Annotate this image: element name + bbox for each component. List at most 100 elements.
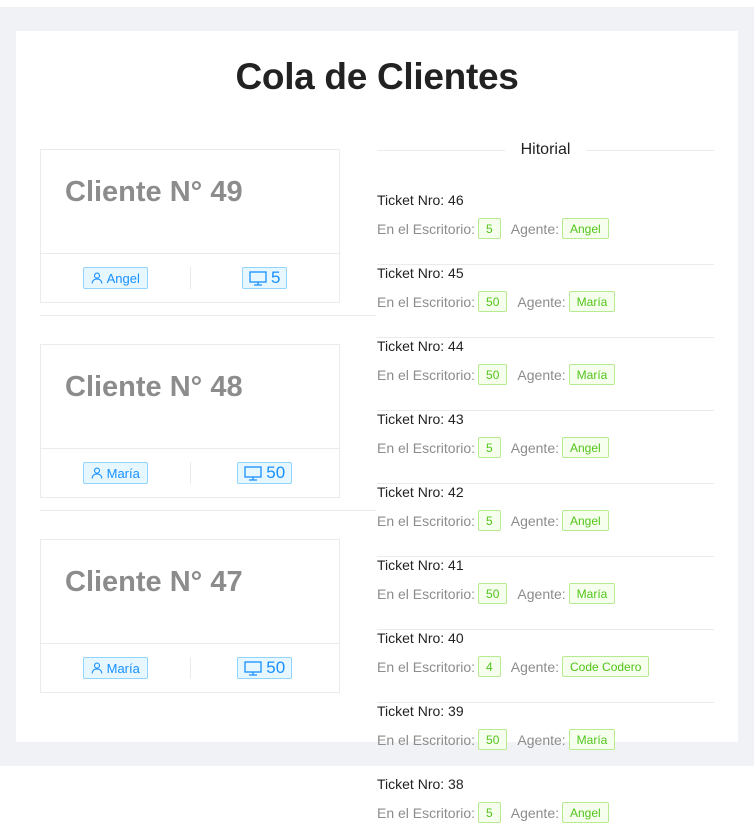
desktop-icon bbox=[249, 270, 267, 286]
client-card: Cliente N° 47 María 50 bbox=[40, 539, 340, 693]
history-item: Ticket Nro: 42 En el Escritorio: 5 Agent… bbox=[377, 484, 714, 557]
heading-line-right bbox=[586, 149, 715, 151]
agent-tag: Angel bbox=[562, 437, 609, 458]
desk-tag[interactable]: 50 bbox=[237, 462, 293, 484]
desk-tag[interactable]: 50 bbox=[237, 657, 293, 679]
history-item: Ticket Nro: 39 En el Escritorio: 50 Agen… bbox=[377, 703, 714, 776]
desk-number: 50 bbox=[266, 658, 286, 677]
history-heading: Hitorial bbox=[377, 140, 715, 160]
client-card-title: Cliente N° 49 bbox=[65, 176, 243, 208]
desk-tag: 50 bbox=[478, 583, 508, 604]
desk-label: En el Escritorio: bbox=[377, 804, 476, 821]
ticket-number: Ticket Nro: 41 bbox=[377, 557, 464, 573]
user-icon bbox=[91, 272, 102, 284]
agent-name: María bbox=[106, 465, 140, 481]
ticket-details: En el Escritorio: 5 Agente: Angel bbox=[377, 510, 609, 531]
agent-tag[interactable]: Angel bbox=[82, 267, 148, 289]
ticket-number: Ticket Nro: 40 bbox=[377, 630, 464, 646]
agent-name: Angel bbox=[106, 270, 140, 286]
ticket-details: En el Escritorio: 50 Agente: María bbox=[377, 364, 616, 385]
desk-label: En el Escritorio: bbox=[377, 512, 476, 529]
history-item: Ticket Nro: 45 En el Escritorio: 50 Agen… bbox=[377, 265, 714, 338]
desk-label: En el Escritorio: bbox=[377, 366, 476, 383]
history-title: Hitorial bbox=[520, 141, 571, 158]
agent-tag: Angel bbox=[562, 510, 609, 531]
desk-tag: 50 bbox=[478, 364, 508, 385]
history-item: Ticket Nro: 43 En el Escritorio: 5 Agent… bbox=[377, 411, 714, 484]
layout-frame-left bbox=[0, 31, 16, 742]
ticket-details: En el Escritorio: 50 Agente: María bbox=[377, 583, 616, 604]
agent-tag[interactable]: María bbox=[82, 462, 148, 484]
agent-label: Agente: bbox=[517, 293, 566, 310]
ticket-number: Ticket Nro: 39 bbox=[377, 703, 464, 719]
agent-tag: María bbox=[568, 291, 616, 312]
ticket-number: Ticket Nro: 44 bbox=[377, 338, 464, 354]
ticket-details: En el Escritorio: 50 Agente: María bbox=[377, 291, 616, 312]
ticket-number: Ticket Nro: 42 bbox=[377, 484, 464, 500]
history-item: Ticket Nro: 38 En el Escritorio: 5 Agent… bbox=[377, 776, 714, 823]
history-item: Ticket Nro: 44 En el Escritorio: 50 Agen… bbox=[377, 338, 714, 411]
desk-number: 50 bbox=[266, 463, 286, 482]
desk-tag: 50 bbox=[478, 291, 508, 312]
agent-tag: Angel bbox=[562, 218, 609, 239]
ticket-details: En el Escritorio: 4 Agente: Code Codero bbox=[377, 656, 650, 677]
ticket-number: Ticket Nro: 46 bbox=[377, 192, 464, 208]
agent-tag[interactable]: María bbox=[82, 657, 148, 679]
desk-label: En el Escritorio: bbox=[377, 439, 476, 456]
agent-label: Agente: bbox=[517, 585, 566, 602]
ticket-details: En el Escritorio: 5 Agente: Angel bbox=[377, 437, 609, 458]
card-divider bbox=[40, 510, 376, 511]
client-card-title: Cliente N° 47 bbox=[65, 566, 243, 598]
desk-tag: 5 bbox=[478, 802, 501, 823]
ticket-number: Ticket Nro: 45 bbox=[377, 265, 464, 281]
desk-tag: 50 bbox=[478, 729, 508, 750]
layout-frame-top bbox=[0, 7, 754, 31]
agent-label: Agente: bbox=[510, 220, 559, 237]
desktop-icon bbox=[244, 465, 262, 481]
agent-label: Agente: bbox=[510, 439, 559, 456]
agent-tag: María bbox=[568, 583, 616, 604]
desk-label: En el Escritorio: bbox=[377, 658, 476, 675]
ticket-details: En el Escritorio: 5 Agente: Angel bbox=[377, 802, 609, 823]
desk-number: 5 bbox=[271, 268, 281, 287]
desk-tag: 5 bbox=[478, 437, 501, 458]
ticket-number: Ticket Nro: 43 bbox=[377, 411, 464, 427]
client-card-actions: Angel 5 bbox=[41, 253, 339, 302]
layout-frame-right bbox=[738, 31, 754, 742]
history-item: Ticket Nro: 46 En el Escritorio: 5 Agent… bbox=[377, 192, 714, 265]
agent-name: María bbox=[106, 660, 140, 676]
client-card: Cliente N° 48 María 50 bbox=[40, 344, 340, 498]
client-card-actions: María 50 bbox=[41, 448, 339, 497]
desk-label: En el Escritorio: bbox=[377, 585, 476, 602]
user-icon bbox=[91, 662, 102, 674]
ticket-details: En el Escritorio: 50 Agente: María bbox=[377, 729, 616, 750]
client-card-title: Cliente N° 48 bbox=[65, 371, 243, 403]
desk-tag: 4 bbox=[478, 656, 501, 677]
page-title: Cola de Clientes bbox=[235, 56, 519, 97]
desk-tag[interactable]: 5 bbox=[242, 267, 288, 289]
agent-label: Agente: bbox=[510, 804, 559, 821]
desk-label: En el Escritorio: bbox=[377, 731, 476, 748]
agent-label: Agente: bbox=[517, 366, 566, 383]
desk-tag: 5 bbox=[478, 510, 501, 531]
client-card: Cliente N° 49 Angel 5 bbox=[40, 149, 340, 303]
card-divider bbox=[40, 315, 376, 316]
client-card-actions: María 50 bbox=[41, 643, 339, 692]
agent-tag: Code Codero bbox=[562, 656, 650, 677]
history-item: Ticket Nro: 41 En el Escritorio: 50 Agen… bbox=[377, 557, 714, 630]
desk-label: En el Escritorio: bbox=[377, 293, 476, 310]
agent-label: Agente: bbox=[510, 512, 559, 529]
history-item: Ticket Nro: 40 En el Escritorio: 4 Agent… bbox=[377, 630, 714, 703]
user-icon bbox=[91, 467, 102, 479]
ticket-number: Ticket Nro: 38 bbox=[377, 776, 464, 792]
agent-tag: Angel bbox=[562, 802, 609, 823]
ticket-details: En el Escritorio: 5 Agente: Angel bbox=[377, 218, 609, 239]
agent-label: Agente: bbox=[510, 658, 559, 675]
desk-tag: 5 bbox=[478, 218, 501, 239]
desk-label: En el Escritorio: bbox=[377, 220, 476, 237]
heading-line-left bbox=[377, 149, 505, 151]
agent-label: Agente: bbox=[517, 731, 566, 748]
desktop-icon bbox=[244, 660, 262, 676]
agent-tag: María bbox=[568, 729, 616, 750]
agent-tag: María bbox=[568, 364, 616, 385]
